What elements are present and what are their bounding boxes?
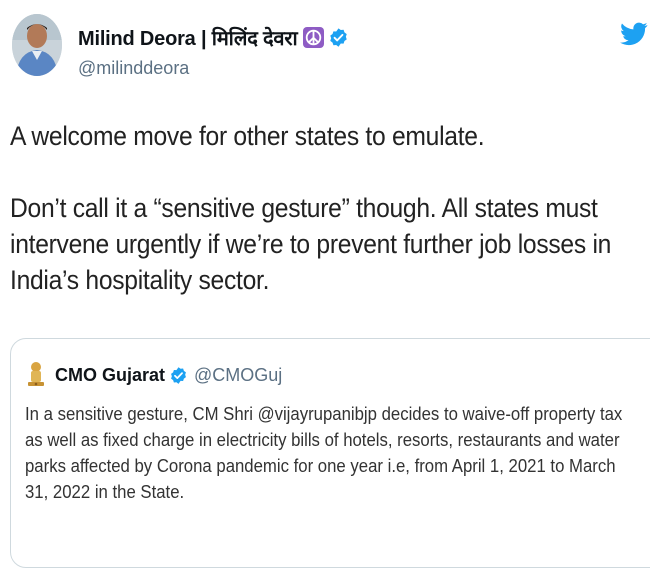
- quoted-display-name[interactable]: CMO Gujarat: [55, 365, 165, 386]
- author-handle[interactable]: @milinddeora: [78, 58, 189, 79]
- tweet-paragraph: A welcome move for other states to emula…: [10, 121, 485, 151]
- quoted-handle[interactable]: @CMOGuj: [194, 365, 282, 386]
- tweet-body: A welcome move for other states to emula…: [10, 118, 611, 298]
- quoted-tweet-card[interactable]: CMO Gujarat @CMOGuj In a sensitive gestu…: [10, 338, 650, 568]
- peace-symbol-icon: [303, 27, 325, 48]
- verified-badge-icon: [169, 366, 188, 385]
- quoted-tweet-header: CMO Gujarat @CMOGuj: [25, 361, 282, 389]
- verified-badge-icon: [328, 27, 349, 48]
- tweet-paragraph: Don’t call it a “sensitive gesture” thou…: [10, 193, 612, 295]
- quoted-tweet-text: In a sensitive gesture, CM Shri @vijayru…: [25, 404, 623, 502]
- twitter-bird-icon[interactable]: [620, 22, 648, 46]
- emblem-icon: [25, 361, 47, 389]
- author-display-name[interactable]: Milind Deora | मिलिंद देवरा: [78, 24, 298, 51]
- author-avatar[interactable]: [12, 14, 62, 76]
- author-name-row[interactable]: Milind Deora | मिलिंद देवरा: [78, 24, 349, 51]
